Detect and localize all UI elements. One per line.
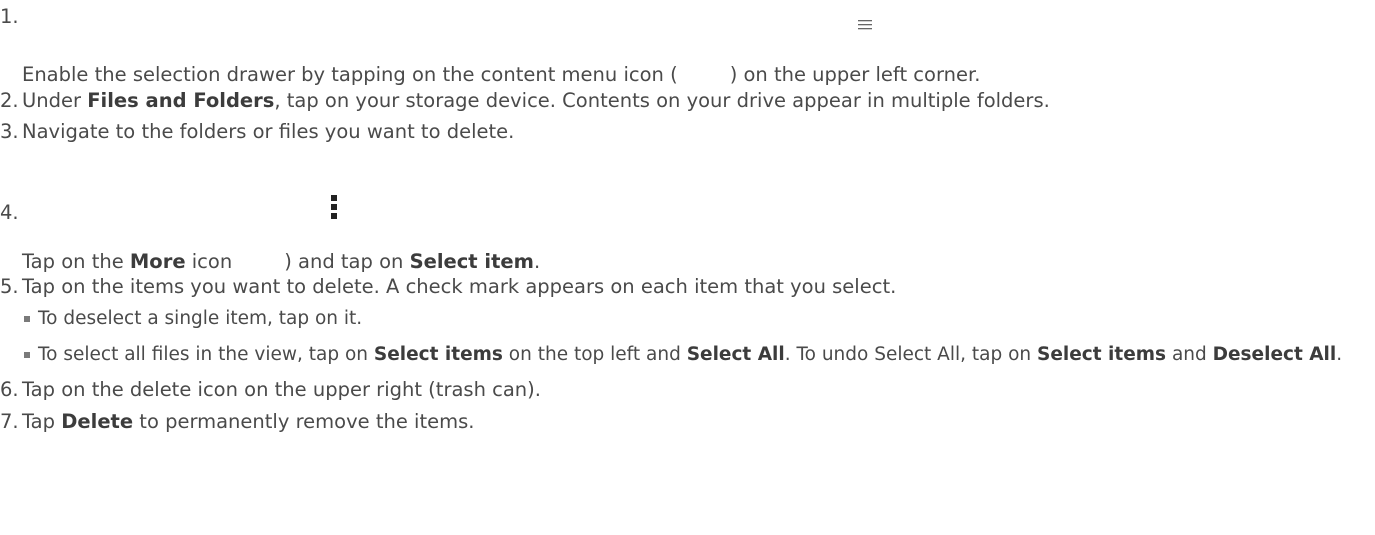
step-text: Tap on the More icon) and tap on Select … [22,250,541,273]
step-7: 7. Tap Delete to permanently remove the … [0,410,475,433]
vertical-dots-more-icon [331,195,337,219]
step-5-sublist: To deselect a single item, tap on it. To… [22,304,1375,370]
step-number: 4. [0,201,19,224]
bold-more: More [129,250,186,273]
step-4: 4. Tap on the More icon) and tap on Sele… [0,195,1375,281]
step-3: 3. Navigate to the folders or files you … [0,120,515,143]
step-1: 1. Enable the selection drawer by tappin… [0,0,1375,86]
step-number: 5. [0,275,19,298]
list-item: To deselect a single item, tap on it. [22,304,1375,334]
step-2: 2. Under Files and Folders, tap on your … [0,89,1050,112]
step-number: 3. [0,120,19,143]
bold-select-items: Select items [373,344,503,365]
bold-select-item: Select item [409,250,534,273]
instruction-steps: 1. Enable the selection drawer by tappin… [0,0,1375,434]
step-number: 2. [0,89,19,112]
bullet-icon [24,316,30,322]
hamburger-menu-icon [858,20,872,30]
step-number: 6. [0,378,19,401]
step-6: 6. Tap on the delete icon on the upper r… [0,378,541,401]
step-number: 1. [0,5,19,28]
bullet-icon [24,352,30,358]
list-item: To select all files in the view, tap on … [22,340,1348,370]
bold-deselect-all: Deselect All [1212,344,1337,365]
bold-files-and-folders: Files and Folders [87,89,275,112]
bold-delete: Delete [61,410,134,433]
bold-select-items-2: Select items [1037,344,1167,365]
step-5: 5. Tap on the items you want to delete. … [0,275,1375,370]
bold-select-all: Select All [686,344,785,365]
step-number: 7. [0,410,19,433]
step-text: Enable the selection drawer by tapping o… [22,63,981,86]
